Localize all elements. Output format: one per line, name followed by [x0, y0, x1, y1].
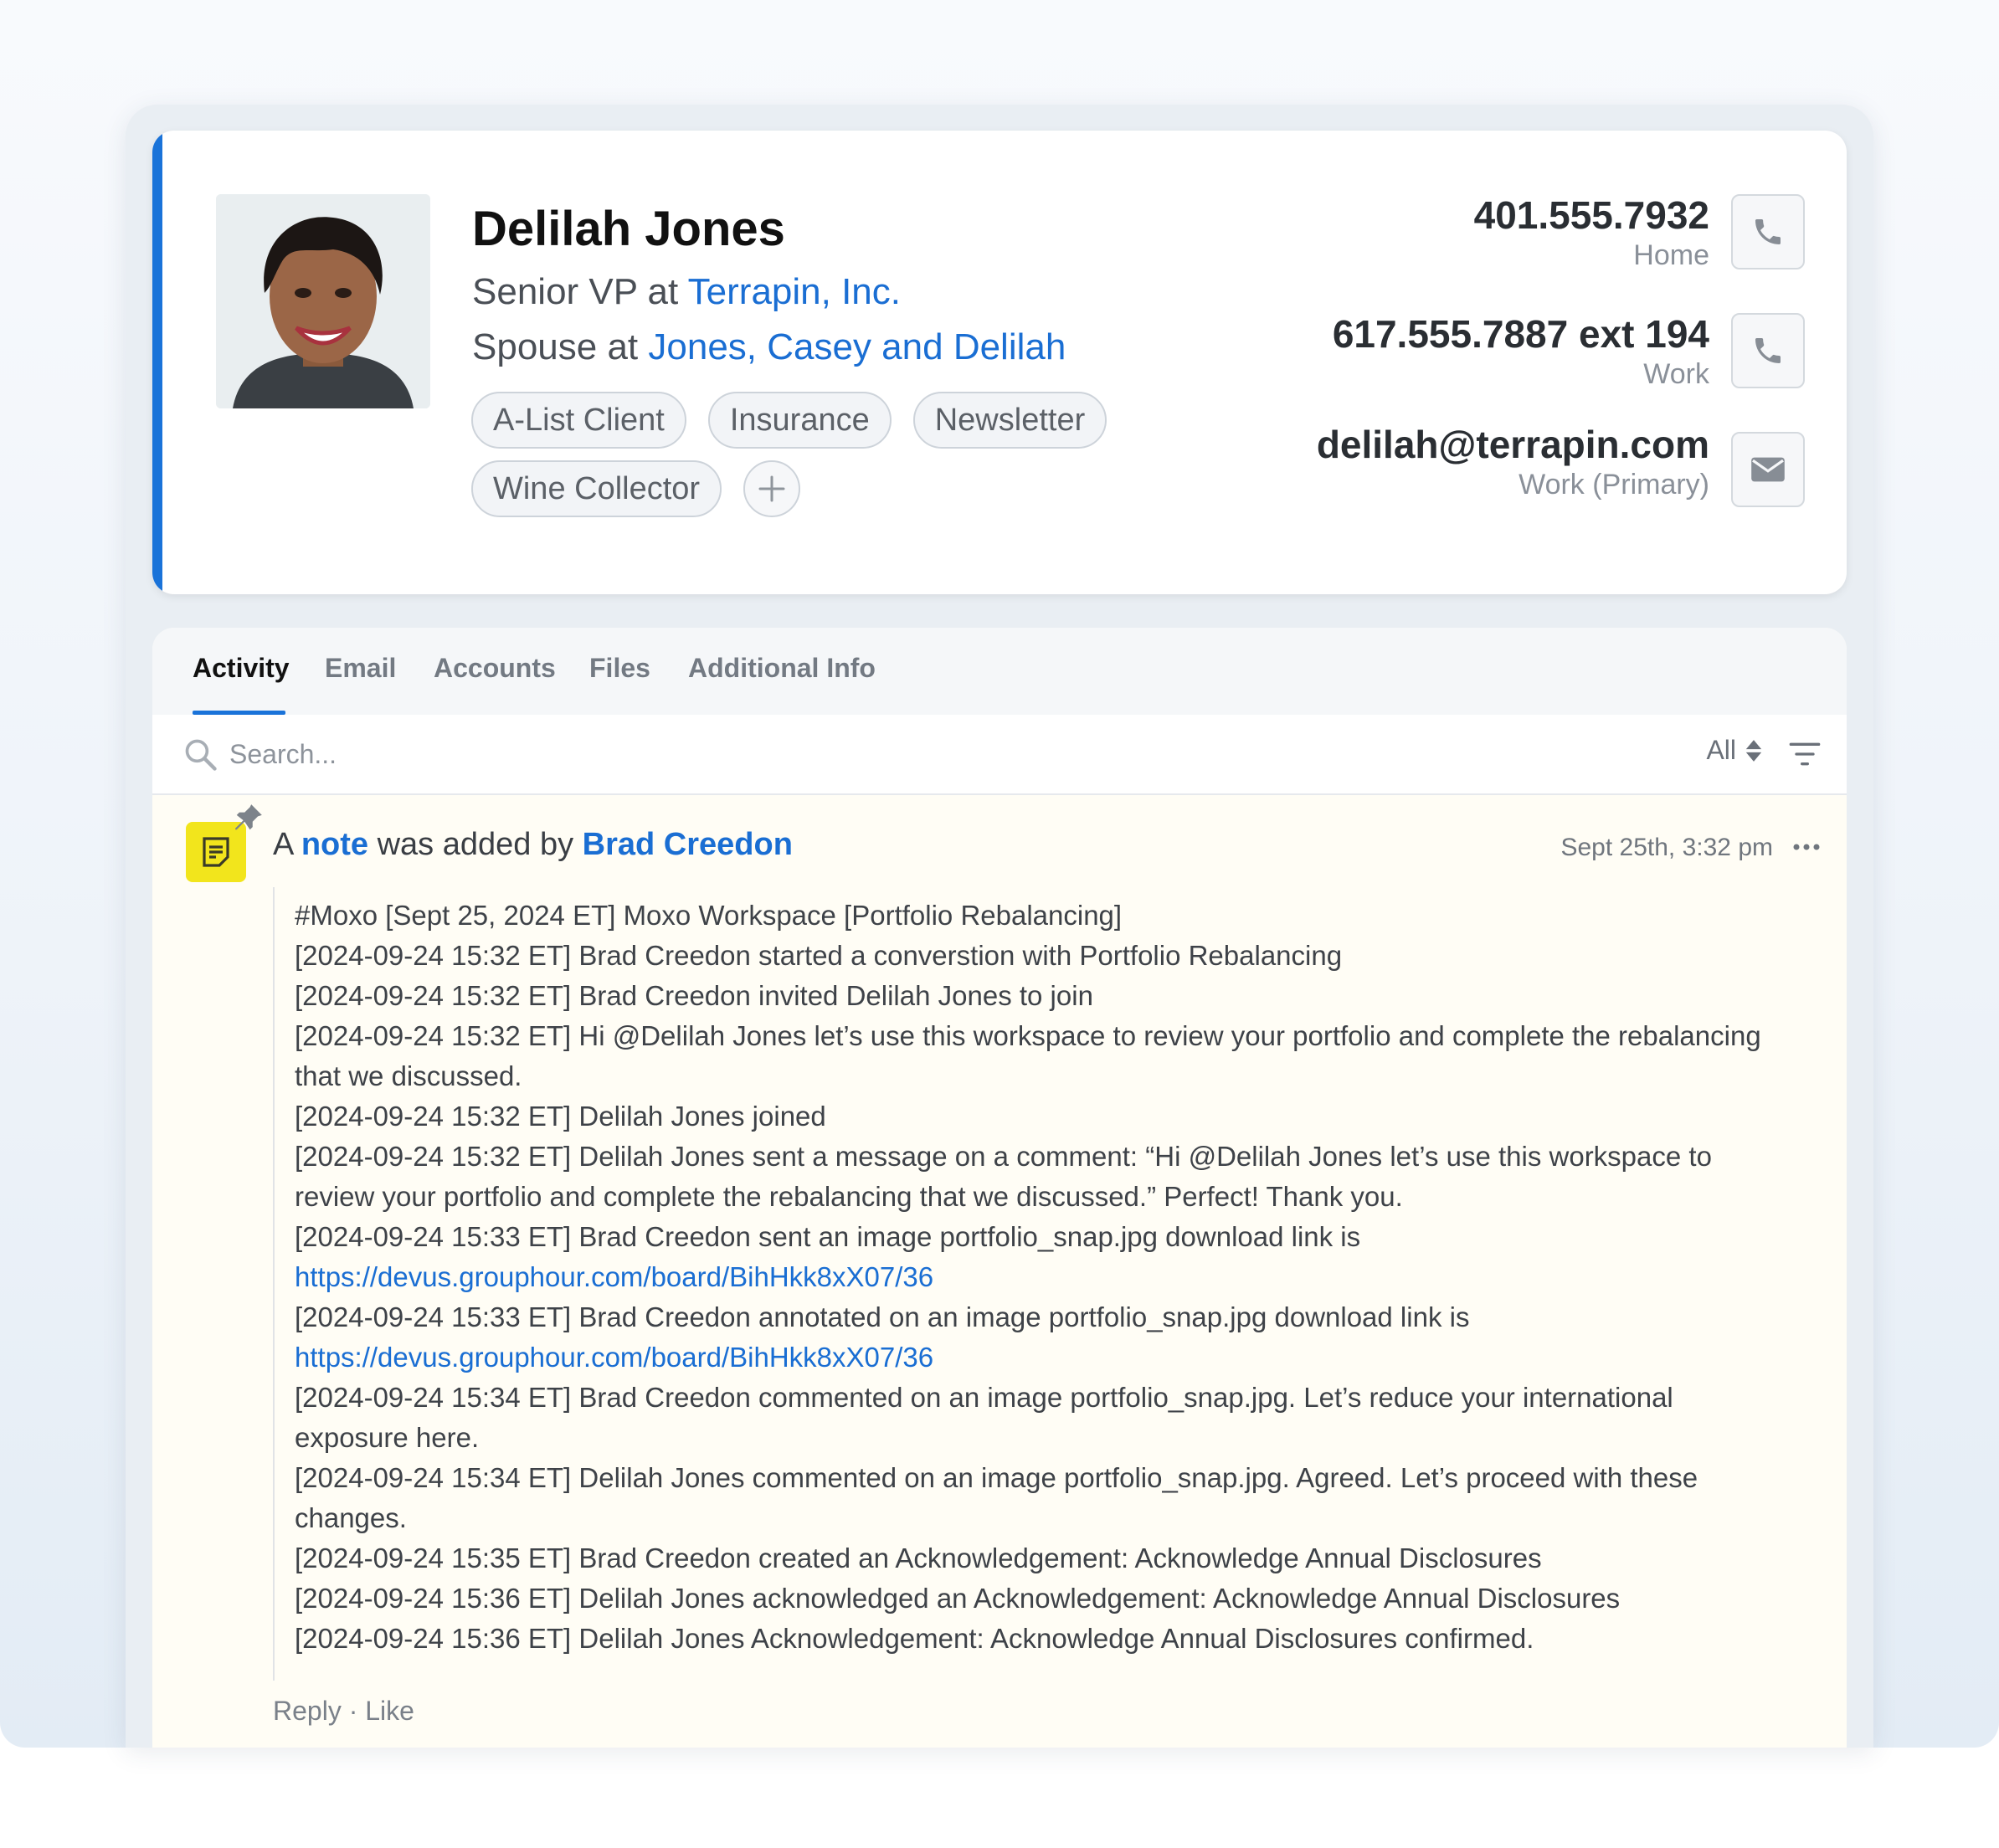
tag-a-list-client[interactable]: A-List Client: [471, 392, 686, 449]
note-line: [2024-09-24 15:33 ET] Brad Creedon sent …: [295, 1217, 1771, 1297]
role-title: Senior VP at: [472, 271, 688, 312]
email-value[interactable]: delilah@terrapin.com: [1317, 422, 1709, 467]
role-line-2: Spouse at Jones, Casey and Delilah: [472, 326, 1066, 368]
work-phone-number[interactable]: 617.555.7887 ext 194: [1333, 311, 1709, 357]
note-line: [2024-09-24 15:32 ET] Hi @Delilah Jones …: [295, 1020, 1761, 1091]
note-line: [2024-09-24 15:36 ET] Delilah Jones ackn…: [295, 1583, 1621, 1614]
call-work-button[interactable]: [1731, 313, 1805, 388]
note-line-text: [2024-09-24 15:33 ET] Brad Creedon sent …: [295, 1221, 1361, 1252]
activity-filter-select[interactable]: All: [1706, 735, 1763, 766]
note-document-icon: [203, 837, 229, 867]
note-actions: Reply · Like: [273, 1696, 414, 1727]
plus-icon: [758, 475, 785, 502]
note-line: #Moxo [Sept 25, 2024 ET] Moxo Workspace …: [295, 900, 1123, 931]
mail-icon: [1751, 457, 1785, 482]
note-line: [2024-09-24 15:32 ET] Delilah Jones sent…: [295, 1141, 1712, 1212]
note-line: [2024-09-24 15:35 ET] Brad Creedon creat…: [295, 1543, 1542, 1573]
email-label: Work (Primary): [1519, 469, 1709, 501]
work-phone-label: Work: [1643, 358, 1709, 390]
avatar[interactable]: [216, 194, 430, 408]
tag-insurance[interactable]: Insurance: [707, 392, 892, 449]
note-line: [2024-09-24 15:32 ET] Brad Creedon invit…: [295, 980, 1093, 1011]
note-line: [2024-09-24 15:33 ET] Brad Creedon annot…: [295, 1297, 1771, 1378]
tag-newsletter[interactable]: Newsletter: [912, 392, 1107, 449]
action-separator: ·: [341, 1696, 366, 1726]
household-link[interactable]: Jones, Casey and Delilah: [648, 326, 1066, 367]
tab-email[interactable]: Email: [325, 653, 396, 684]
tag-wine-collector[interactable]: Wine Collector: [471, 460, 722, 517]
note-header: A note was added by Brad Creedon: [273, 827, 793, 863]
note-header-middle: was added by: [368, 827, 583, 862]
tag-list: A-List Client Insurance Newsletter Wine …: [471, 392, 1158, 517]
download-link[interactable]: https://devus.grouphour.com/board/BihHkk…: [295, 1342, 933, 1373]
tab-activity[interactable]: Activity: [193, 653, 290, 684]
tab-accounts[interactable]: Accounts: [434, 653, 556, 684]
work-phone: 617.555.7887 ext 194 Work: [1333, 311, 1709, 391]
download-link[interactable]: https://devus.grouphour.com/board/BihHkk…: [295, 1261, 933, 1292]
home-phone: 401.555.7932 Home: [1474, 192, 1709, 272]
add-tag-button[interactable]: [743, 460, 801, 517]
card-accent-bar: [152, 131, 162, 594]
search-input[interactable]: [229, 733, 983, 775]
contact-name: Delilah Jones: [472, 202, 785, 256]
note-timestamp: Sept 25th, 3:32 pm: [1560, 834, 1773, 861]
send-email-button[interactable]: [1731, 432, 1805, 507]
home-phone-label: Home: [1633, 239, 1709, 271]
company-link[interactable]: Terrapin, Inc.: [688, 271, 901, 312]
tab-additional-info[interactable]: Additional Info: [688, 653, 876, 684]
phone-icon: [1755, 338, 1781, 363]
note-type-link[interactable]: note: [301, 827, 368, 862]
pin-icon[interactable]: [233, 802, 265, 834]
activity-search-bar: All: [152, 715, 1847, 795]
role-line-1: Senior VP at Terrapin, Inc.: [472, 271, 901, 313]
tab-bar: Activity Email Accounts Files Additional…: [152, 628, 1847, 715]
note-line: [2024-09-24 15:34 ET] Delilah Jones comm…: [295, 1462, 1698, 1533]
avatar-portrait-icon: [216, 194, 430, 408]
note-author-link[interactable]: Brad Creedon: [583, 827, 793, 862]
sort-arrows-icon: [1745, 739, 1762, 762]
note-line-text: [2024-09-24 15:33 ET] Brad Creedon annot…: [295, 1301, 1470, 1332]
note-line: [2024-09-24 15:36 ET] Delilah Jones Ackn…: [295, 1623, 1534, 1654]
like-link[interactable]: Like: [365, 1696, 414, 1726]
note-line: [2024-09-24 15:32 ET] Delilah Jones join…: [295, 1101, 826, 1132]
search-icon: [185, 739, 217, 771]
note-line: [2024-09-24 15:34 ET] Brad Creedon comme…: [295, 1382, 1673, 1453]
relationship-title: Spouse at: [472, 326, 649, 367]
note-body: #Moxo [Sept 25, 2024 ET] Moxo Workspace …: [273, 887, 1771, 1681]
home-phone-number[interactable]: 401.555.7932: [1474, 192, 1709, 238]
email-address: delilah@terrapin.com Work (Primary): [1317, 422, 1709, 501]
note-header-prefix: A: [273, 827, 301, 862]
more-icon[interactable]: [1791, 842, 1822, 852]
tab-files[interactable]: Files: [589, 653, 650, 684]
note-line: [2024-09-24 15:32 ET] Brad Creedon start…: [295, 940, 1343, 971]
activity-panel: Activity Email Accounts Files Additional…: [152, 628, 1847, 1748]
filter-icon[interactable]: [1788, 740, 1822, 768]
reply-link[interactable]: Reply: [273, 1696, 342, 1726]
call-home-button[interactable]: [1731, 194, 1805, 270]
filter-select-value: All: [1706, 735, 1736, 765]
contact-card: Delilah Jones Senior VP at Terrapin, Inc…: [152, 131, 1847, 594]
phone-icon: [1755, 219, 1781, 244]
